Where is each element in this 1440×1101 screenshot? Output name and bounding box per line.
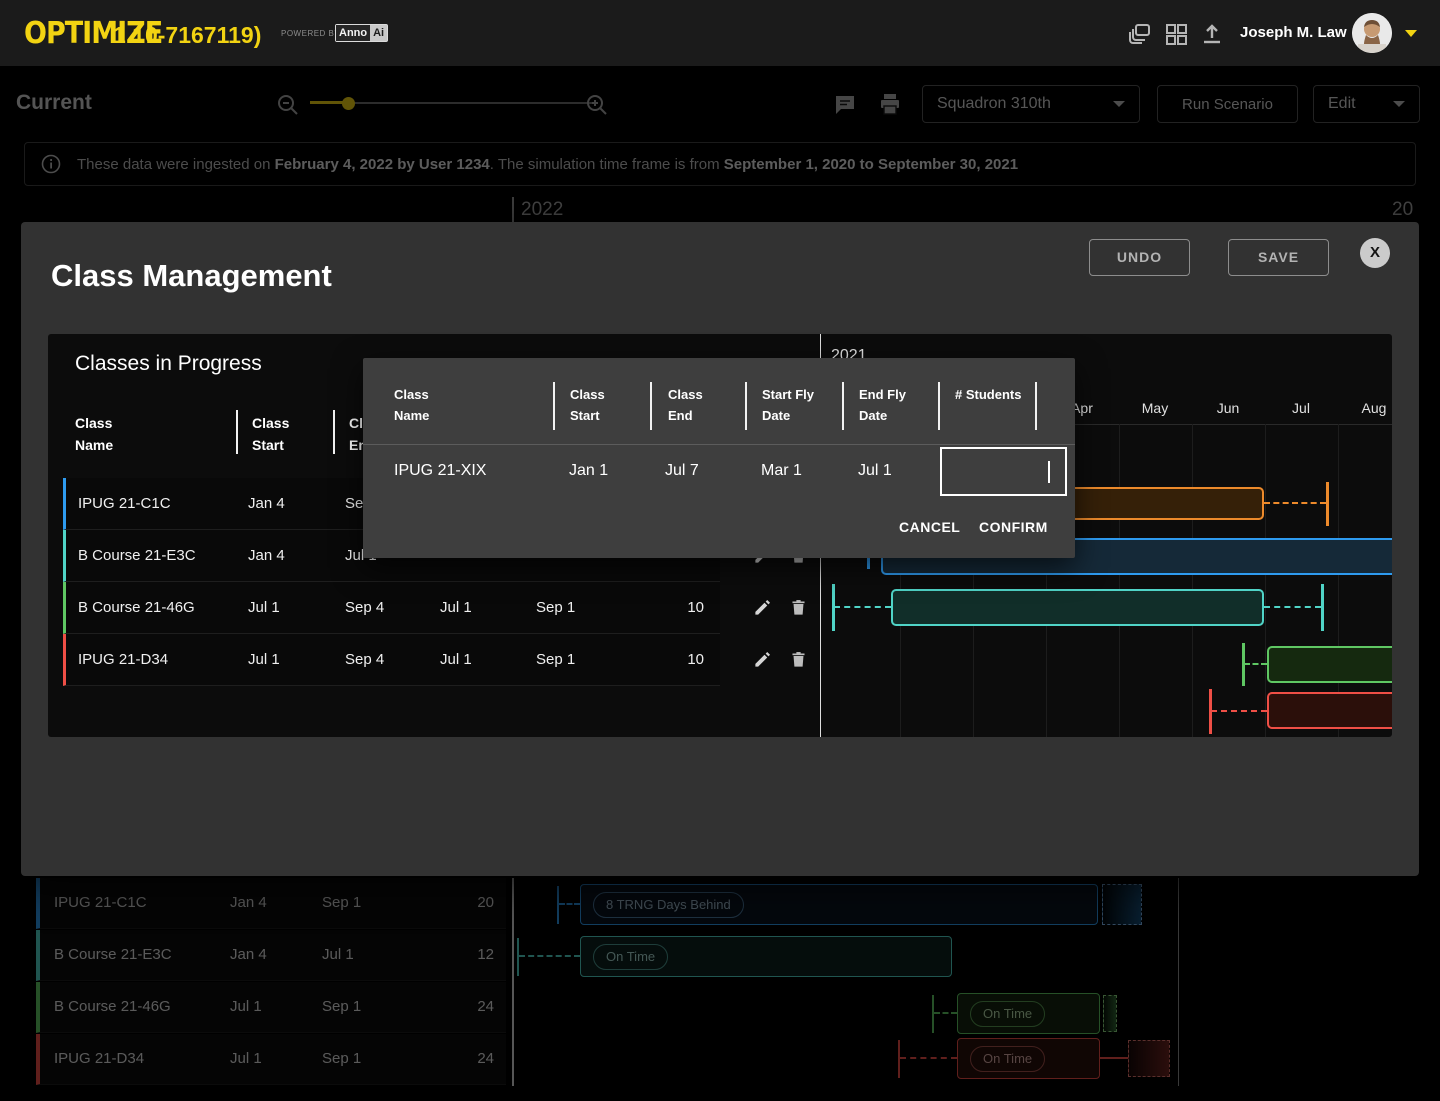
- brand-name: Anno: [336, 25, 370, 41]
- column-header-class-name: ClassName: [75, 412, 113, 456]
- modal-title: Class Management: [51, 258, 332, 294]
- dialog-end-fly-value: Jul 1: [858, 462, 892, 480]
- header-divider: [745, 382, 747, 430]
- avatar[interactable]: [1352, 13, 1392, 53]
- gantt-bar-red[interactable]: [1267, 692, 1392, 729]
- app-screen: OPTIMIZE 1.10-7167119) POWERED BY Anno A…: [0, 0, 1440, 1101]
- gantt-tick: [1321, 584, 1324, 631]
- dialog-divider: [363, 444, 1075, 445]
- dialog-header-class-start: ClassStart: [570, 384, 605, 426]
- gantt-dash: [1244, 663, 1267, 665]
- delete-trash-icon[interactable]: [790, 650, 807, 669]
- month-label: Jul: [1277, 400, 1325, 416]
- gantt-dash: [1211, 710, 1267, 712]
- gantt-tick: [1326, 482, 1329, 526]
- gantt-bar-teal[interactable]: [891, 589, 1264, 626]
- brand-badge: Anno Ai: [335, 24, 388, 42]
- gridline: [1265, 424, 1266, 737]
- header-divider: [1035, 382, 1037, 430]
- header-divider: [553, 382, 555, 430]
- layers-icon[interactable]: [1128, 22, 1152, 46]
- column-header-class-start: ClassStart: [252, 412, 289, 456]
- edit-pencil-icon[interactable]: [753, 598, 772, 617]
- edit-class-dialog: ClassName ClassStart ClassEnd Start FlyD…: [363, 358, 1075, 558]
- delete-trash-icon[interactable]: [790, 598, 807, 617]
- month-label: Jun: [1204, 400, 1252, 416]
- gridline: [1192, 424, 1193, 737]
- edit-pencil-icon[interactable]: [753, 650, 772, 669]
- gridline: [1119, 424, 1120, 737]
- dialog-header-class-end: ClassEnd: [668, 384, 703, 426]
- class-row[interactable]: IPUG 21-D34 Jul 1 Sep 4 Jul 1 Sep 1 10: [63, 634, 720, 686]
- dialog-header-class-name: ClassName: [394, 384, 429, 426]
- month-label: May: [1131, 400, 1179, 416]
- powered-by-label: POWERED BY: [281, 29, 340, 38]
- upload-icon[interactable]: [1200, 22, 1224, 46]
- text-caret: [1048, 461, 1050, 483]
- brand-suffix: Ai: [370, 25, 387, 41]
- month-label: Aug: [1350, 400, 1392, 416]
- dialog-header-students: # Students: [955, 384, 1021, 405]
- gantt-bar-green[interactable]: [1267, 646, 1392, 683]
- cancel-button[interactable]: CANCEL: [899, 519, 960, 535]
- header-divider: [650, 382, 652, 430]
- dialog-header-start-fly: Start FlyDate: [762, 384, 814, 426]
- confirm-button[interactable]: CONFIRM: [979, 519, 1048, 535]
- class-row[interactable]: B Course 21-46G Jul 1 Sep 4 Jul 1 Sep 1 …: [63, 582, 720, 634]
- caret-down-icon[interactable]: [1405, 30, 1417, 37]
- dialog-header-end-fly: End FlyDate: [859, 384, 906, 426]
- header-divider: [938, 382, 940, 430]
- gridline: [1338, 424, 1339, 737]
- gantt-dash: [1264, 502, 1326, 504]
- dialog-class-end-value: Jul 7: [665, 462, 699, 480]
- app-version: 1.10-7167119): [113, 22, 261, 49]
- save-button[interactable]: SAVE: [1228, 239, 1329, 276]
- dialog-start-fly-value: Mar 1: [761, 462, 802, 480]
- row-actions: [753, 598, 823, 620]
- header-divider: [842, 382, 844, 430]
- close-button[interactable]: X: [1360, 238, 1390, 268]
- header-divider: [333, 410, 335, 454]
- undo-button[interactable]: UNDO: [1089, 239, 1190, 276]
- card-title: Classes in Progress: [75, 352, 262, 376]
- header-divider: [236, 410, 238, 454]
- gantt-dash: [834, 606, 891, 608]
- row-actions: [753, 650, 823, 672]
- app-header: OPTIMIZE 1.10-7167119) POWERED BY Anno A…: [0, 0, 1440, 66]
- gantt-dash: [1264, 606, 1321, 608]
- grid-icon[interactable]: [1164, 22, 1188, 46]
- dialog-class-start-value: Jan 1: [569, 462, 608, 480]
- user-name[interactable]: Joseph M. Law: [1240, 24, 1347, 41]
- dialog-class-name-value: IPUG 21-XIX: [394, 462, 486, 480]
